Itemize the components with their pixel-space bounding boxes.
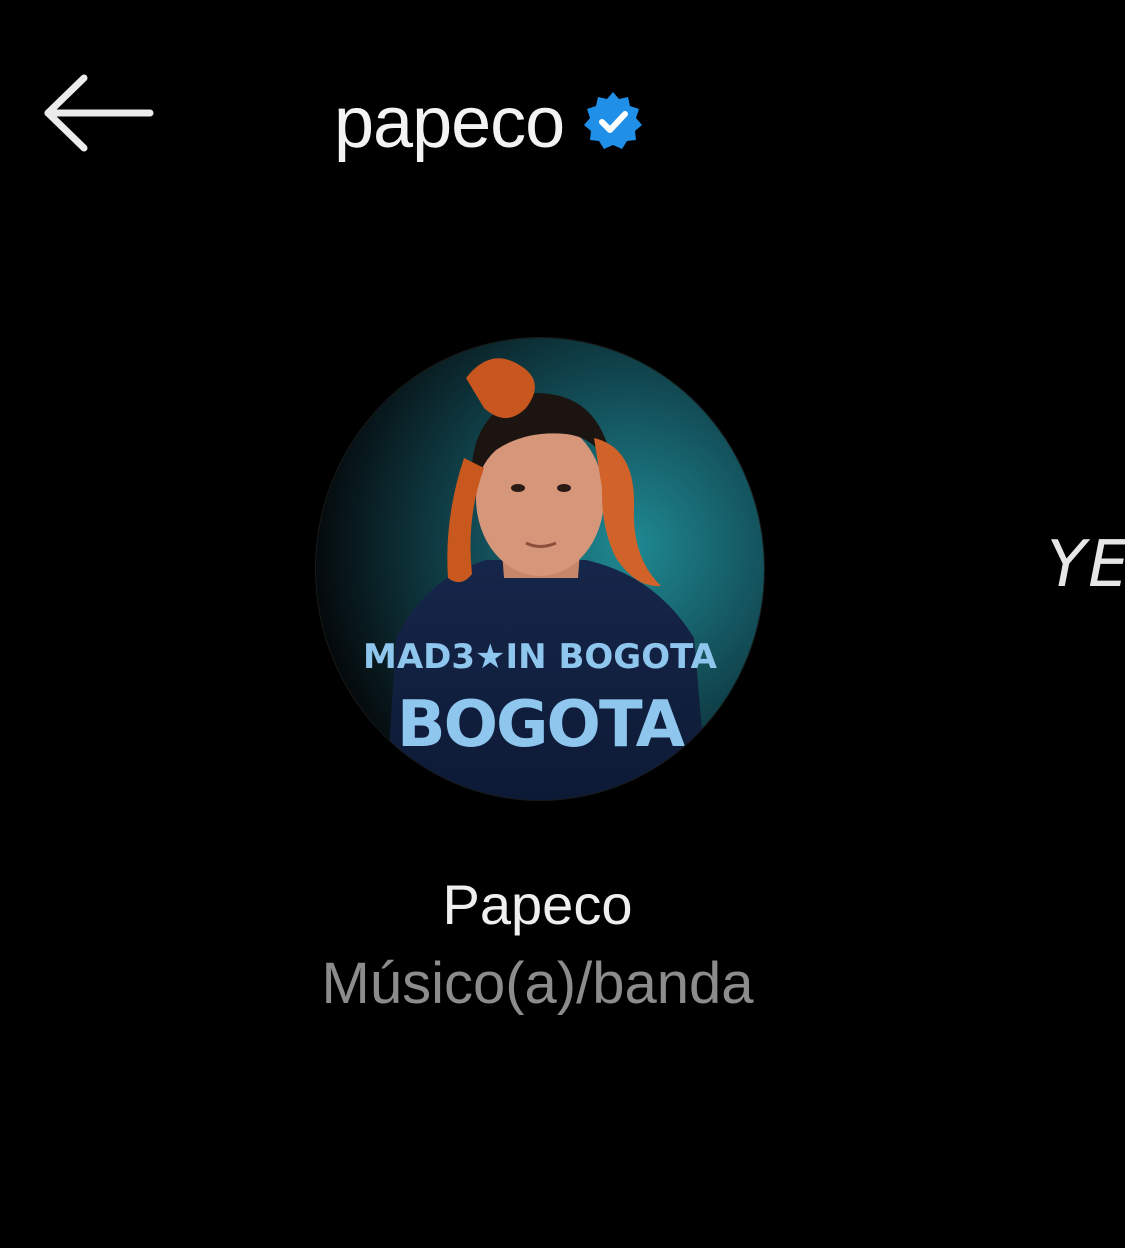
edge-text-fragment: YE — [1047, 528, 1125, 602]
display-name: Papeco — [442, 873, 633, 936]
profile-photo: MAD3★IN BOGOTA BOGOTA — [316, 338, 764, 800]
shirt-print: MAD3★IN BOGOTA — [363, 637, 718, 677]
username: papeco — [334, 83, 565, 163]
back-button[interactable] — [38, 70, 158, 160]
username-header: papeco — [334, 78, 644, 168]
profile-avatar[interactable]: MAD3★IN BOGOTA BOGOTA — [316, 338, 764, 800]
category-label: Músico(a)/banda — [321, 951, 754, 1016]
arrow-left-icon — [44, 74, 154, 152]
verified-badge-icon — [582, 90, 644, 152]
top-bar: papeco — [0, 0, 1125, 230]
svg-text:BOGOTA: BOGOTA — [397, 688, 686, 762]
